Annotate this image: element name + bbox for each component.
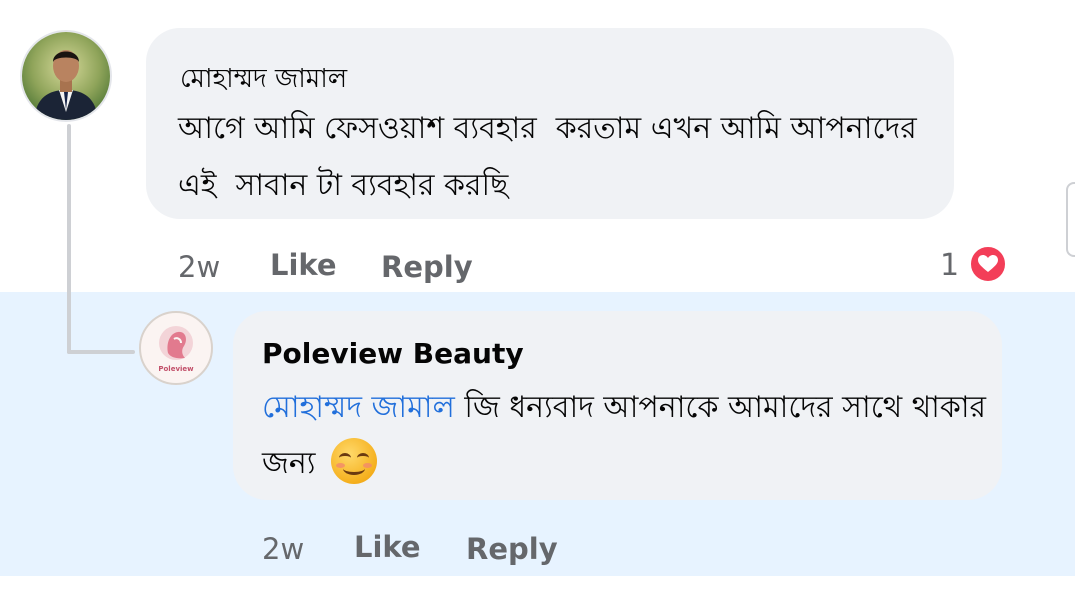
heart-reaction-badge[interactable] xyxy=(968,244,1008,284)
comment-reply-button[interactable]: Reply xyxy=(381,250,473,284)
comment-like-button[interactable]: Like xyxy=(270,248,337,282)
reply-timestamp[interactable]: 2w xyxy=(262,532,304,566)
bottom-spacer xyxy=(0,576,1075,616)
mention-link[interactable]: মোহাম্মদ জামাল xyxy=(262,390,455,425)
svg-text:Poleview: Poleview xyxy=(158,365,194,373)
thread-line-vertical xyxy=(67,124,71,354)
smiling-face-emoji-icon xyxy=(331,437,377,484)
page-avatar[interactable]: Poleview xyxy=(139,311,213,385)
reaction-count[interactable]: 1 xyxy=(940,248,959,283)
reply-text-container: মোহাম্মদ জামাল জি ধন্যবাদ আপনাকে আমাদের … xyxy=(262,380,987,492)
comment-author-name[interactable]: মোহাম্মদ জামাল xyxy=(180,58,347,102)
commenter-avatar[interactable] xyxy=(20,30,112,122)
heart-icon xyxy=(978,255,998,272)
thread-line-horizontal xyxy=(67,350,135,354)
poleview-logo-icon: Poleview xyxy=(143,315,209,381)
scroll-handle[interactable] xyxy=(1066,182,1075,257)
comment-timestamp[interactable]: 2w xyxy=(178,250,220,284)
person-photo-icon xyxy=(22,32,110,120)
reply-like-button[interactable]: Like xyxy=(354,530,421,564)
reply-author-name[interactable]: Poleview Beauty xyxy=(262,337,524,370)
reply-reply-button[interactable]: Reply xyxy=(466,532,558,566)
comment-text: আগে আমি ফেসওয়াশ ব্যবহার করতাম এখন আমি আ… xyxy=(178,111,927,203)
